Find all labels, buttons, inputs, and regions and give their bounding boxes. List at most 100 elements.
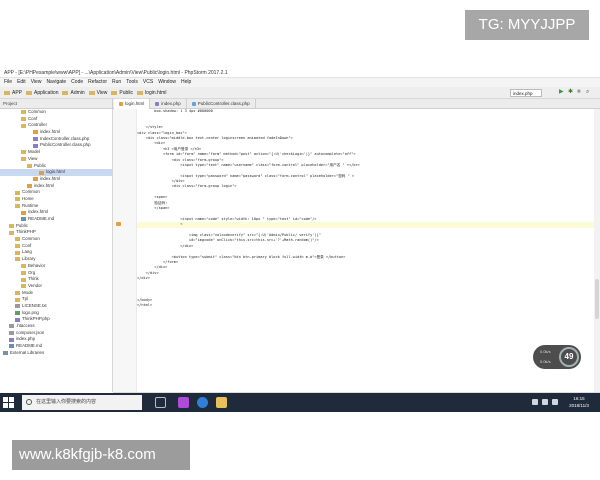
windows-start-icon[interactable] [3,397,14,408]
nav-crumb[interactable]: View [88,87,107,99]
nav-crumb-label: Public [119,89,134,96]
tree-item[interactable]: Common [0,236,112,243]
file-type-icon [119,102,123,106]
tree-item[interactable]: IndexController.class.php [0,136,112,143]
menu-item-help[interactable]: Help [181,78,191,87]
tree-item-label: View [28,155,38,161]
tree-item[interactable]: index.php [0,336,112,343]
file-icon [33,130,38,135]
tree-item-label: Common [28,109,46,114]
tree-item[interactable]: LICENSE.txt [0,303,112,310]
folder-icon [15,237,20,242]
tree-item[interactable]: Think [0,276,112,283]
nav-crumb[interactable]: Public [111,87,133,99]
edge-browser-icon[interactable] [197,397,208,408]
nav-crumb[interactable]: login.html [137,87,166,99]
editor-tab[interactable]: index.php [150,99,187,109]
run-config-select[interactable]: index.php [510,89,542,97]
tree-item[interactable]: View [0,156,112,163]
watermark-top: TG: MYYJJPP [465,10,589,40]
tree-item[interactable]: Model [0,149,112,156]
tree-item[interactable]: ThinkPHP.php [0,316,112,323]
network-icon[interactable] [532,399,538,405]
tree-item[interactable]: README.md [0,216,112,223]
phpstorm-icon[interactable] [178,397,189,408]
task-view-icon[interactable] [155,397,166,408]
tree-item-label: index.html [28,209,49,215]
tree-item[interactable]: PublicController.class.php [0,142,112,149]
scrollbar-thumb[interactable] [595,279,599,319]
tree-item-label: index.html [34,182,55,188]
tree-item[interactable]: Controller [0,122,112,129]
file-icon [9,344,14,349]
tree-item[interactable]: Org [0,270,112,277]
upload-speed: 0.0k/s [540,349,551,354]
editor-tab[interactable]: PublicController.class.php [187,99,256,109]
tree-item[interactable]: Common [0,189,112,196]
tree-item[interactable]: External Libraries [0,350,112,357]
tree-item[interactable]: Mode [0,290,112,297]
tree-item[interactable]: index.html [0,183,112,190]
tree-item[interactable]: index.html [0,176,112,183]
nav-crumb-label: Admin [70,89,85,96]
file-icon [27,183,32,188]
project-tree: Common Conf Controller index.html IndexContr… [0,109,113,392]
file-type-icon [191,102,196,106]
tree-item[interactable]: .htaccess [0,323,112,330]
search-icon [26,399,32,405]
tree-item-label: Lang [22,249,32,255]
tree-item[interactable]: Conf [0,243,112,250]
search-everywhere-icon[interactable]: ⌕ [586,89,592,96]
network-speed-widget[interactable]: 0.0k/s 0.0k/s 49 [533,345,581,369]
intention-bulb-icon[interactable] [116,222,121,226]
tree-item[interactable]: composer.json [0,330,112,337]
nav-crumb[interactable]: Application [26,87,58,99]
folder-icon [21,284,26,289]
file-icon [33,177,38,182]
tree-item-label: Runtime [22,202,39,208]
tree-item[interactable]: README.md [0,343,112,350]
tree-item[interactable]: Home [0,196,112,203]
tree-item-label: index.php [16,336,36,342]
tree-item[interactable]: Runtime [0,203,112,210]
tree-item[interactable]: Library [0,256,112,263]
tree-item[interactable]: index.html [0,209,112,216]
folder-icon [21,157,26,162]
tree-item-label: Home [22,195,34,201]
folder-icon [15,203,20,208]
tree-item[interactable]: Conf [0,116,112,123]
run-icon[interactable]: ▶ [559,89,565,96]
tree-item[interactable]: index.html [0,129,112,136]
nav-crumb[interactable]: Admin [62,87,85,99]
tree-item-label: ThinkPHP.php [22,316,50,322]
tree-item[interactable]: Public [0,163,112,170]
stop-icon[interactable]: ■ [577,89,583,96]
tree-item[interactable]: Lang [0,249,112,256]
code-editor[interactable]: box-shadow: 1 3 4px #000000 </style> <div… [137,109,600,392]
editor-tab[interactable]: login.html [114,99,151,109]
folder-icon [15,190,20,195]
run-toolbar: ▶ ✱ ■ ⌕ [559,89,592,96]
folder-icon [15,244,20,249]
tree-item[interactable]: Tpl [0,296,112,303]
input-method-icon[interactable] [552,399,558,405]
tree-item[interactable]: ThinkPHP [0,229,112,236]
tree-item[interactable]: logo.png [0,310,112,317]
debug-icon[interactable]: ✱ [568,89,574,96]
tree-item[interactable]: login.html [0,169,112,176]
taskbar-search[interactable]: 在这里输入你要搜索的内容 [22,395,142,410]
file-explorer-icon[interactable] [216,397,227,408]
clock[interactable]: 16:15 2018/11/3 [564,395,594,409]
tree-item-label: composer.json [16,329,45,335]
download-speed: 0.0k/s [540,359,551,364]
folder-icon [9,230,14,235]
folder-icon [21,117,26,122]
tree-item[interactable]: Behavior [0,263,112,270]
project-panel-header[interactable]: Project [0,99,113,109]
tree-item[interactable]: Public [0,223,112,230]
tree-item[interactable]: Common [0,109,112,116]
tree-item[interactable]: Vendor [0,283,112,290]
nav-crumb[interactable]: APP [4,87,22,99]
editor-scrollbar[interactable] [594,109,600,392]
volume-icon[interactable] [542,399,548,405]
